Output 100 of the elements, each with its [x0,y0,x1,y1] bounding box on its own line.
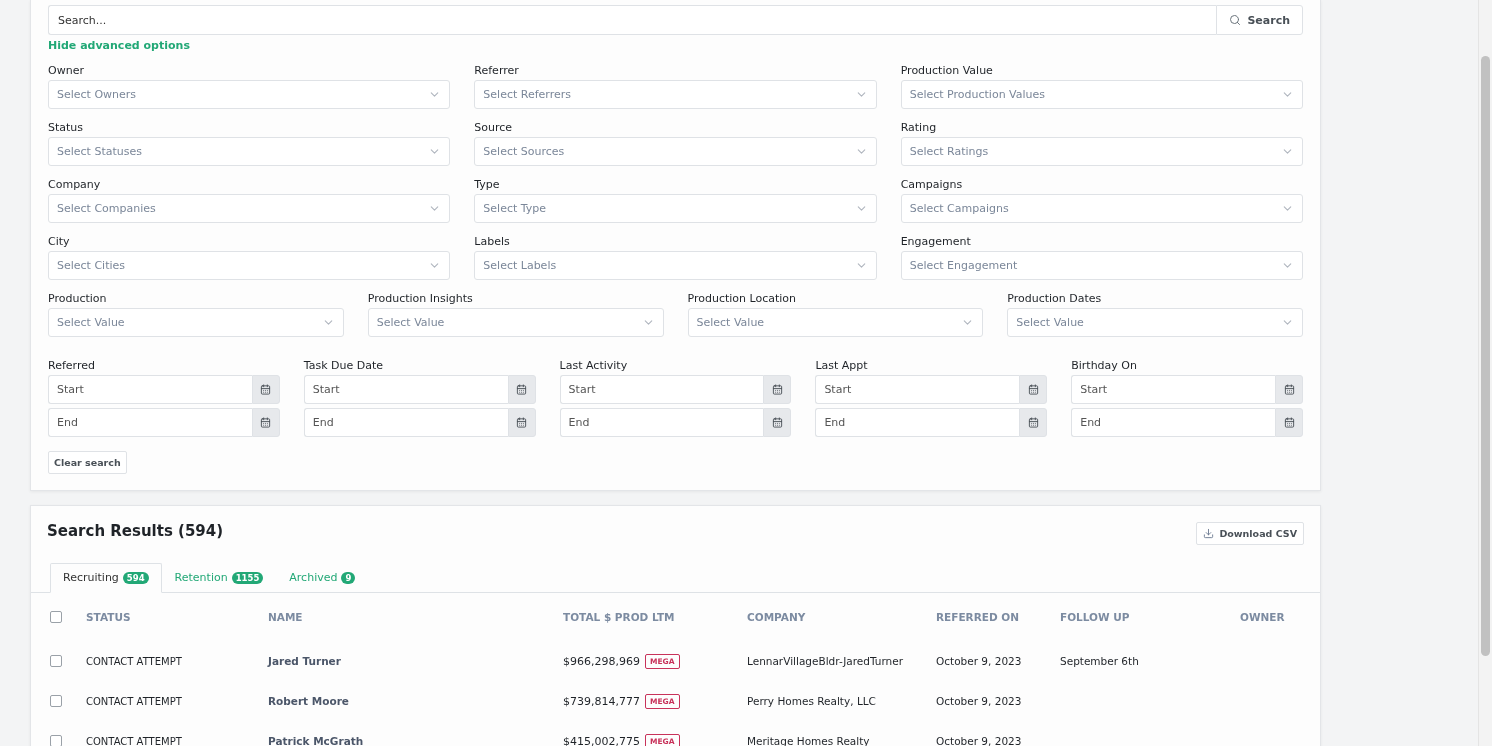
calendar-button[interactable] [251,375,280,404]
calendar-button[interactable] [251,408,280,437]
select-field[interactable]: Select Value [687,308,984,337]
field-label: Rating [900,121,938,134]
select-field[interactable]: Select Statuses [48,137,451,166]
company-cell-text: Perry Homes Realty, LLC [747,695,877,707]
date-field[interactable]: Start [815,375,1020,404]
status-cell-text: CONTACT ATTEMPT [86,695,183,707]
calendar-button[interactable] [1019,408,1048,437]
select-field[interactable]: Select Referrers [474,80,877,109]
search-button[interactable]: Search [1216,5,1303,35]
date-cell-text: October 9, 2023 [936,735,1023,746]
column-header[interactable]: FOLLOW UP [1060,611,1240,623]
name-link[interactable]: Patrick McGrath [268,735,364,746]
calendar-button[interactable] [507,375,536,404]
field-label: Source [474,121,514,134]
date-field[interactable]: Start [559,375,764,404]
hide-advanced-options-link[interactable]: Hide advanced options [48,39,190,52]
field-label: Production Value [900,64,994,77]
results-title: Search Results (594) [47,522,224,540]
calendar-icon [260,384,272,395]
calendar-icon [260,417,272,428]
download-icon [1203,528,1215,539]
scrollbar-thumb[interactable] [1481,56,1490,656]
name-link[interactable]: Jared Turner [268,655,341,667]
field-label: Status [48,121,85,134]
calendar-icon [1027,417,1039,428]
field-label: Task Due Date [303,359,385,372]
search-icon [1229,14,1242,26]
select-field[interactable]: Select Companies [48,194,451,223]
date-field[interactable]: End [1071,408,1275,437]
column-header[interactable]: REFERRED ON [936,611,1060,623]
calendar-button[interactable] [1275,375,1303,404]
select-field[interactable]: Select Ratings [900,137,1303,166]
field-label: City [48,235,71,248]
date-cell-text: October 9, 2023 [936,695,1023,707]
total-cell: $415,002,775 [563,734,640,746]
field-label: Referred [48,359,96,372]
select-field[interactable]: Select Cities [48,251,451,280]
date-field[interactable]: End [815,408,1020,437]
tab[interactable]: Recruiting 594 [50,563,162,593]
status-cell-text: CONTACT ATTEMPT [86,655,183,667]
calendar-button[interactable] [763,375,792,404]
search-field[interactable]: Search... [48,5,1217,35]
row-checkbox[interactable] [50,735,62,746]
column-header[interactable]: OWNER [1240,611,1320,623]
field-label: Labels [474,235,511,248]
download-csv-button[interactable]: Download CSV [1196,522,1304,545]
follow-up-cell-text: September 6th [1060,655,1140,667]
select-all-checkbox[interactable] [50,611,62,623]
select-field[interactable]: Select Engagement [900,251,1303,280]
calendar-icon [516,384,528,395]
date-field[interactable]: End [48,408,252,437]
calendar-icon [1283,384,1295,395]
field-label: Engagement [900,235,972,248]
field-label: Type [474,178,501,191]
field-label: Referrer [474,64,520,77]
select-field[interactable]: Select Production Values [900,80,1303,109]
field-label: Production Dates [1007,292,1103,305]
total-cell: $966,298,969 [563,654,640,668]
field-label: Owner [48,64,85,77]
date-field[interactable]: Start [1071,375,1275,404]
calendar-icon [1027,384,1039,395]
select-field[interactable]: Select Value [367,308,664,337]
name-link[interactable]: Robert Moore [268,695,349,707]
select-field[interactable]: Select Value [1007,308,1303,337]
date-field[interactable]: End [559,408,764,437]
select-field[interactable]: Select Type [474,194,877,223]
date-cell-text: October 9, 2023 [936,655,1023,667]
select-field[interactable]: Select Sources [474,137,877,166]
calendar-button[interactable] [763,408,792,437]
calendar-button[interactable] [507,408,536,437]
field-label: Last Activity [559,359,629,372]
calendar-icon [771,417,783,428]
date-field[interactable]: Start [303,375,508,404]
field-label: Production Location [687,292,798,305]
tab[interactable]: Retention 1155 [161,563,277,593]
select-field[interactable]: Select Labels [474,251,877,280]
calendar-button[interactable] [1019,375,1048,404]
clear-search-button[interactable]: Clear search [48,451,127,474]
select-field[interactable]: Select Campaigns [900,194,1303,223]
calendar-button[interactable] [1275,408,1303,437]
row-checkbox[interactable] [50,655,62,667]
tab[interactable]: Archived 9 [276,563,369,593]
column-header[interactable]: COMPANY [747,611,936,623]
count-badge: 594 [122,571,149,584]
field-label: Campaigns [900,178,964,191]
date-field[interactable]: Start [48,375,252,404]
calendar-icon [516,417,528,428]
calendar-icon [771,384,783,395]
row-checkbox[interactable] [50,695,62,707]
count-badge: 1155 [231,571,264,584]
date-field[interactable]: End [303,408,508,437]
column-header[interactable]: NAME [268,611,563,623]
select-field[interactable]: Select Owners [48,80,451,109]
calendar-icon [1283,417,1295,428]
total-cell: $739,814,777 [563,694,640,708]
column-header[interactable]: TOTAL $ PROD LTM [563,611,747,623]
column-header[interactable]: STATUS [86,611,268,623]
select-field[interactable]: Select Value [48,308,344,337]
